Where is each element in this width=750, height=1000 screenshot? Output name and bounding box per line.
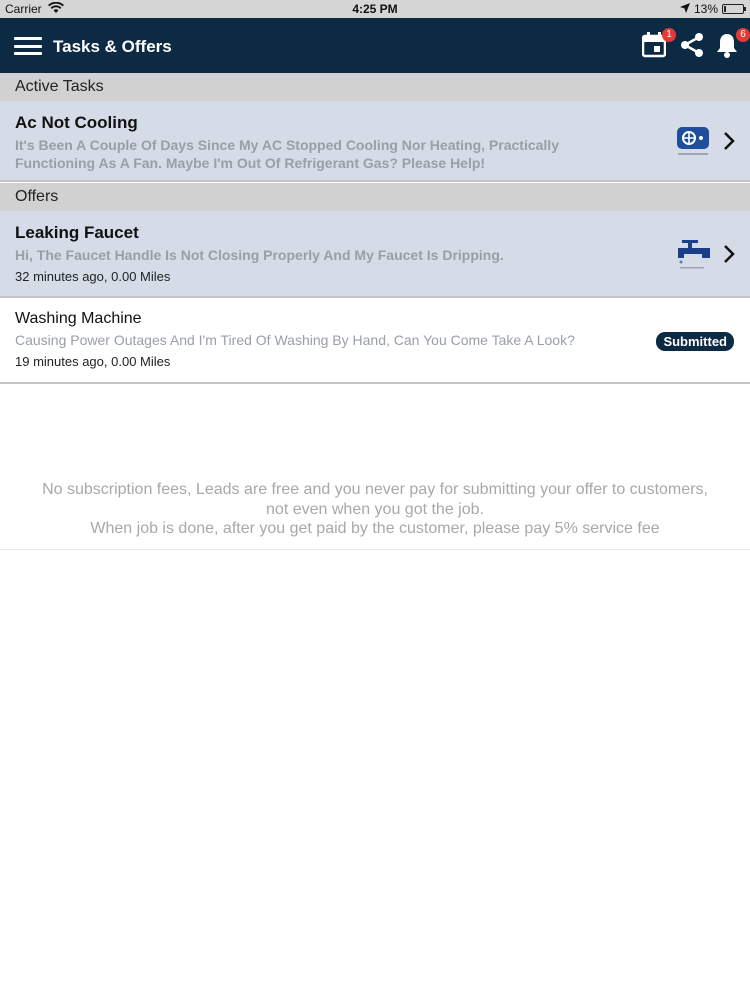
battery-percent: 13% <box>693 2 718 16</box>
task-title: Ac Not Cooling <box>15 113 138 132</box>
notifications-badge: 6 <box>736 28 750 42</box>
share-icon[interactable] <box>679 32 707 60</box>
calendar-badge: 1 <box>662 28 676 42</box>
offer-title: Leaking Faucet <box>15 223 139 242</box>
offer-meta: 32 minutes ago, 0.00 Miles <box>15 269 171 284</box>
page-title: Tasks & Offers <box>53 37 172 56</box>
offer-row-washing-machine[interactable]: Washing Machine Causing Power Outages An… <box>0 298 750 384</box>
task-row-ac-not-cooling[interactable]: Ac Not Cooling It's Been A Couple Of Day… <box>0 101 750 182</box>
clock: 4:25 PM <box>352 2 398 16</box>
offer-row-leaking-faucet[interactable]: Leaking Faucet Hi, The Faucet Handle Is … <box>0 211 750 298</box>
fee-info-line: No subscription fees, Leads are free and… <box>42 481 708 498</box>
battery-icon <box>722 4 746 14</box>
fee-info-line: When job is done, after you get paid by … <box>90 520 660 537</box>
hamburger-menu-icon[interactable] <box>14 37 42 55</box>
offer-title: Washing Machine <box>15 310 142 327</box>
section-header-offers: Offers <box>0 183 750 211</box>
status-bar: Carrier 4:25 PM 13% <box>0 0 750 18</box>
location-arrow-icon <box>679 2 690 16</box>
status-badge: Submitted <box>656 332 734 351</box>
chevron-right-icon[interactable] <box>722 244 736 264</box>
task-description: It's Been A Couple Of Days Since My AC S… <box>15 137 559 171</box>
fee-info-line: not even when you got the job. <box>266 500 484 518</box>
offer-description: Hi, The Faucet Handle Is Not Closing Pro… <box>15 247 504 263</box>
divider <box>0 549 750 550</box>
calendar-icon[interactable]: 1 <box>641 28 676 60</box>
section-header-active-tasks: Active Tasks <box>0 73 750 101</box>
air-conditioner-icon <box>674 125 714 157</box>
nav-bar: Tasks & Offers 1 6 <box>0 18 750 73</box>
faucet-icon <box>674 238 714 270</box>
offer-description: Causing Power Outages And I'm Tired Of W… <box>15 332 575 348</box>
fee-info-note: No subscription fees, Leads are free and… <box>0 480 750 539</box>
chevron-right-icon[interactable] <box>722 131 736 151</box>
offer-meta: 19 minutes ago, 0.00 Miles <box>15 354 171 369</box>
notification-bell-icon[interactable]: 6 <box>716 28 750 60</box>
